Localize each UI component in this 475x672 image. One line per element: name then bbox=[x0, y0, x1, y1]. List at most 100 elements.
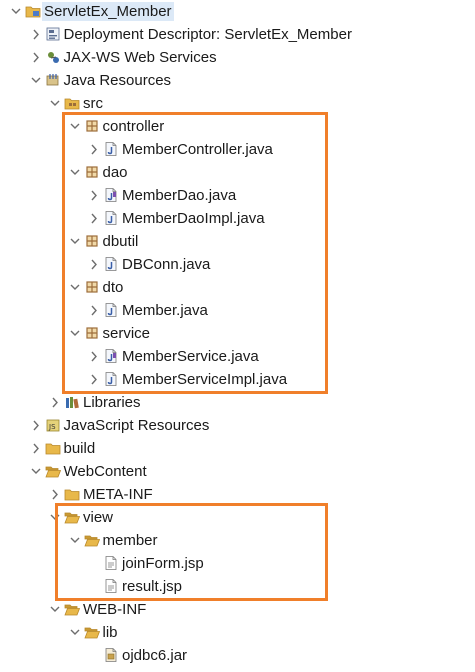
tree-item-label: JavaScript Resources bbox=[63, 417, 210, 434]
source-folder-icon bbox=[64, 95, 80, 111]
tree-item[interactable]: META-INF bbox=[0, 483, 475, 506]
tree-item[interactable]: dbutil bbox=[0, 230, 475, 253]
tree-item-label: member bbox=[102, 532, 158, 549]
chevron-down-icon[interactable] bbox=[68, 230, 82, 253]
tree-item[interactable]: src bbox=[0, 92, 475, 115]
tree-item-label: MemberServiceImpl.java bbox=[122, 371, 288, 388]
tree-item-label: ojdbc6.jar bbox=[122, 647, 188, 664]
tree-item[interactable]: MemberDaoImpl.java bbox=[0, 207, 475, 230]
chevron-right-icon[interactable] bbox=[29, 23, 43, 46]
folder-icon bbox=[45, 440, 61, 456]
chevron-right-icon[interactable] bbox=[29, 437, 43, 460]
svg-text:JS: JS bbox=[48, 423, 56, 431]
chevron-down-icon[interactable] bbox=[29, 460, 43, 483]
folder-open-icon bbox=[64, 601, 81, 617]
chevron-right-icon[interactable] bbox=[48, 391, 62, 414]
package-icon bbox=[84, 279, 100, 295]
chevron-down-icon[interactable] bbox=[68, 621, 82, 644]
tree-item[interactable]: service bbox=[0, 322, 475, 345]
jar-file-icon bbox=[103, 647, 119, 663]
tree-item[interactable]: WebContent bbox=[0, 460, 475, 483]
tree-item-label: Libraries bbox=[83, 394, 141, 411]
tree-item[interactable]: MemberServiceImpl.java bbox=[0, 368, 475, 391]
chevron-right-icon[interactable] bbox=[87, 138, 101, 161]
tree-item-label: dao bbox=[102, 164, 128, 181]
tree-item[interactable]: WEB-INF bbox=[0, 598, 475, 621]
tree-item[interactable]: Member.java bbox=[0, 299, 475, 322]
chevron-right-icon[interactable] bbox=[87, 345, 101, 368]
tree-item[interactable]: controller bbox=[0, 115, 475, 138]
jsp-file-icon bbox=[103, 555, 119, 571]
chevron-down-icon[interactable] bbox=[68, 161, 82, 184]
tree-item-label: MemberService.java bbox=[122, 348, 259, 365]
tree-item-label: controller bbox=[102, 118, 165, 135]
chevron-down-icon[interactable] bbox=[48, 598, 62, 621]
tree-item-label: WebContent bbox=[63, 463, 147, 480]
tree-item[interactable]: ServletEx_Member bbox=[0, 0, 475, 23]
chevron-right-icon[interactable] bbox=[87, 368, 101, 391]
tree-item[interactable]: result.jsp bbox=[0, 575, 475, 598]
tree-item[interactable]: Java Resources bbox=[0, 69, 475, 92]
chevron-down-icon[interactable] bbox=[29, 69, 43, 92]
tree-item-label: build bbox=[63, 440, 96, 457]
tree-item[interactable]: MemberService.java bbox=[0, 345, 475, 368]
tree-item-label: JAX-WS Web Services bbox=[63, 49, 217, 66]
java-interface-file-icon bbox=[103, 187, 119, 203]
chevron-right-icon[interactable] bbox=[87, 253, 101, 276]
tree-item[interactable]: dto bbox=[0, 276, 475, 299]
java-file-icon bbox=[103, 256, 119, 272]
tree-item[interactable]: view bbox=[0, 506, 475, 529]
chevron-down-icon[interactable] bbox=[9, 0, 23, 23]
web-services-icon bbox=[45, 49, 61, 65]
tree-item[interactable]: DBConn.java bbox=[0, 253, 475, 276]
tree-item[interactable]: joinForm.jsp bbox=[0, 552, 475, 575]
tree-item[interactable]: member bbox=[0, 529, 475, 552]
tree-item-label: ServletEx_Member bbox=[42, 2, 174, 21]
folder-icon bbox=[64, 486, 80, 502]
java-file-icon bbox=[103, 210, 119, 226]
chevron-right-icon[interactable] bbox=[87, 299, 101, 322]
folder-open-icon bbox=[83, 624, 100, 640]
tree-item-label: dbutil bbox=[102, 233, 139, 250]
chevron-down-icon[interactable] bbox=[68, 322, 82, 345]
java-file-icon bbox=[103, 302, 119, 318]
java-file-icon bbox=[103, 371, 119, 387]
chevron-right-icon[interactable] bbox=[29, 414, 43, 437]
tree-item[interactable]: JAX-WS Web Services bbox=[0, 46, 475, 69]
jsp-file-icon bbox=[103, 578, 119, 594]
chevron-right-icon[interactable] bbox=[29, 46, 43, 69]
chevron-down-icon[interactable] bbox=[48, 92, 62, 115]
tree-item[interactable]: MemberController.java bbox=[0, 138, 475, 161]
tree-item-label: joinForm.jsp bbox=[122, 555, 204, 572]
tree-item-label: Deployment Descriptor: ServletEx_Member bbox=[63, 26, 352, 43]
tree-item-label: service bbox=[102, 325, 151, 342]
chevron-right-icon[interactable] bbox=[48, 483, 62, 506]
tree-item[interactable]: ojdbc6.jar bbox=[0, 644, 475, 667]
tree-item-label: lib bbox=[102, 624, 118, 641]
java-file-icon bbox=[103, 141, 119, 157]
tree-item-label: Member.java bbox=[122, 302, 208, 319]
tree-item[interactable]: JS JavaScript Resources bbox=[0, 414, 475, 437]
chevron-down-icon[interactable] bbox=[68, 529, 82, 552]
tree-item[interactable]: Deployment Descriptor: ServletEx_Member bbox=[0, 23, 475, 46]
tree-item-label: DBConn.java bbox=[122, 256, 211, 273]
tree-item-label: Java Resources bbox=[63, 72, 172, 89]
folder-open-icon bbox=[44, 463, 61, 479]
chevron-right-icon[interactable] bbox=[87, 184, 101, 207]
java-resources-icon bbox=[45, 72, 61, 88]
javascript-resources-icon: JS bbox=[45, 417, 61, 433]
tree-item[interactable]: build bbox=[0, 437, 475, 460]
tree-item-label: result.jsp bbox=[122, 578, 183, 595]
chevron-down-icon[interactable] bbox=[48, 506, 62, 529]
tree-item-label: WEB-INF bbox=[83, 601, 147, 618]
tree-item-label: MemberController.java bbox=[122, 141, 273, 158]
tree-item[interactable]: Libraries bbox=[0, 391, 475, 414]
chevron-right-icon[interactable] bbox=[87, 207, 101, 230]
java-interface-file-icon bbox=[103, 348, 119, 364]
tree-item-label: MemberDao.java bbox=[122, 187, 237, 204]
chevron-down-icon[interactable] bbox=[68, 115, 82, 138]
tree-item[interactable]: lib bbox=[0, 621, 475, 644]
tree-item[interactable]: MemberDao.java bbox=[0, 184, 475, 207]
tree-item[interactable]: dao bbox=[0, 161, 475, 184]
chevron-down-icon[interactable] bbox=[68, 276, 82, 299]
